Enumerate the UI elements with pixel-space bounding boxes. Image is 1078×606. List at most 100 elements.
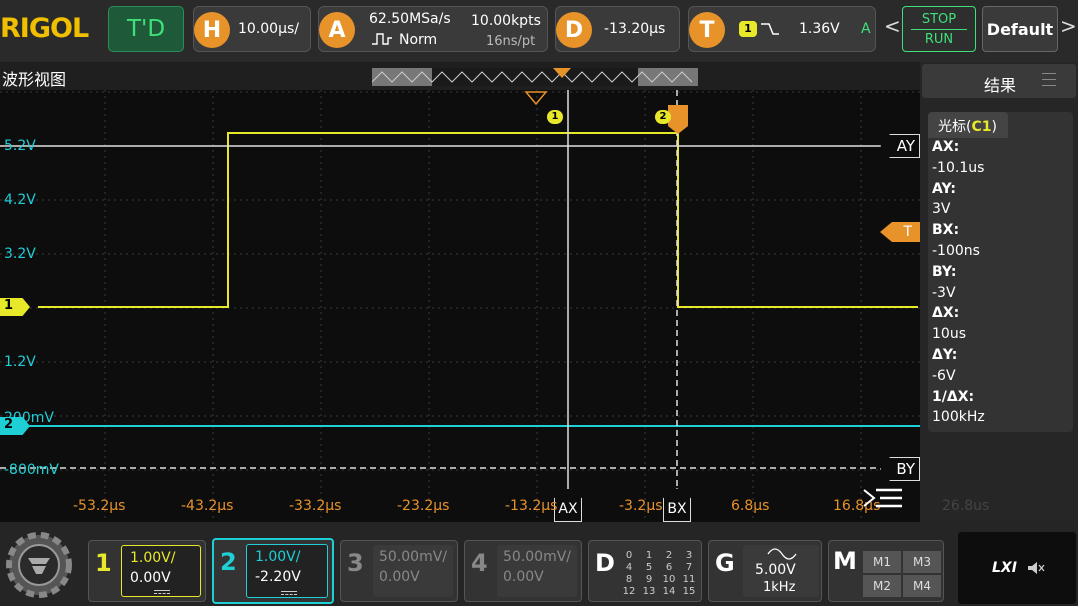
- generator-amplitude: 5.00V: [755, 562, 796, 578]
- digital-bit: 10: [662, 574, 676, 585]
- cursor-tab-suffix: ): [991, 119, 997, 135]
- x-tick-label: -33.2μs: [289, 498, 342, 514]
- result-value: -100ns: [932, 242, 980, 259]
- speaker-muted-icon[interactable]: [1026, 560, 1046, 576]
- acquire-mode: Norm: [399, 32, 438, 48]
- delay-icon: D: [556, 12, 592, 48]
- menu-collapse-icon[interactable]: [862, 486, 904, 512]
- ch1-offset: 0.00V: [130, 570, 171, 586]
- top-toolbar: RIGOL T'D H 10.00μs/ A 62.50MSa/s Norm 1…: [0, 0, 1078, 62]
- digital-bit: 6: [665, 562, 673, 573]
- digital-bit: 1: [645, 550, 653, 561]
- trigger-source-badge: 1: [739, 21, 757, 37]
- ch1-value-box: 1.00V/ 0.00V: [121, 545, 201, 597]
- digital-bit: 14: [662, 586, 676, 597]
- cursor-b-point-marker: 2: [655, 110, 671, 124]
- delay-value: -13.20μs: [604, 21, 666, 37]
- ch4-number: 4: [471, 549, 488, 577]
- memory-position-bar[interactable]: [372, 68, 698, 86]
- ch2-number: 2: [220, 548, 237, 576]
- digital-channels[interactable]: D 0 1 2 3 4 5 6 7 8 9 10 11 12 13 14 15: [588, 540, 702, 602]
- y-tick-label: 5.2V: [4, 138, 36, 154]
- stop-label: STOP: [921, 12, 957, 27]
- result-list: AX: -10.1us AY: 3V BX: -100ns BY: -3V ΔX…: [932, 139, 1067, 430]
- ch4-settings[interactable]: 4 50.00mV/ 0.00V: [464, 540, 582, 602]
- result-key: AY:: [932, 180, 957, 197]
- y-tick-label: 1.2V: [4, 354, 36, 370]
- waveform-display[interactable]: 5.2V 4.2V 3.2V 1.2V 200mV -800mV 1 2 AY …: [0, 90, 920, 522]
- cursor-tab-prefix: 光标(: [938, 119, 972, 135]
- result-key: BY:: [932, 263, 957, 280]
- result-key: AX:: [932, 139, 960, 155]
- chevron-left-icon[interactable]: <: [884, 14, 901, 38]
- cursor-a-point-marker: 1: [547, 110, 563, 124]
- cursor-results-card: 光标(C1) AX: -10.1us AY: 3V BX: -100ns BY:…: [928, 112, 1073, 432]
- digital-bit: 7: [685, 562, 693, 573]
- run-label: RUN: [924, 32, 954, 47]
- ch2-value-box: 1.00V/ -2.20V: [246, 544, 328, 598]
- cursor-tab[interactable]: 光标(C1): [928, 112, 1008, 138]
- generator-settings[interactable]: G 5.00V 1kHz: [708, 540, 822, 602]
- default-button[interactable]: Default: [982, 6, 1058, 52]
- digital-bit: 4: [625, 562, 633, 573]
- digital-bit: 5: [645, 562, 653, 573]
- results-title: 结果: [984, 76, 1017, 95]
- ch1-number: 1: [95, 549, 112, 577]
- ch4-scale: 50.00mV/: [503, 549, 572, 565]
- horizontal-icon: H: [194, 12, 230, 48]
- math-m3[interactable]: M3: [903, 551, 941, 573]
- results-menu-icon[interactable]: [1042, 73, 1056, 86]
- ch1-scale: 1.00V/: [130, 550, 176, 566]
- result-key: 1/ΔX:: [932, 388, 975, 405]
- y-tick-label: 4.2V: [4, 192, 36, 208]
- ch3-offset: 0.00V: [379, 569, 420, 585]
- result-value: -3V: [932, 284, 956, 301]
- math-m4[interactable]: M4: [903, 575, 941, 597]
- ch3-number: 3: [347, 549, 364, 577]
- digital-bit: 0: [625, 550, 633, 561]
- ch4-value-box: 50.00mV/ 0.00V: [497, 545, 577, 597]
- x-tick-label: -53.2μs: [73, 498, 126, 514]
- result-value: 3V: [932, 201, 951, 218]
- waveform-view-title: 波形视图: [2, 70, 67, 89]
- digital-bit: 2: [665, 550, 673, 561]
- digital-bit: 13: [642, 586, 656, 597]
- waveform-header: 波形视图: [0, 62, 920, 90]
- digital-bit-grid: 0 1 2 3 4 5 6 7 8 9 10 11 12 13 14 15: [619, 550, 699, 598]
- acquire-icon: A: [319, 12, 355, 48]
- ch2-settings[interactable]: 2 1.00V/ -2.20V: [212, 538, 334, 604]
- x-tick-label: -23.2μs: [397, 498, 450, 514]
- results-panel: 结果 光标(C1) AX: -10.1us AY: 3V BX: -100ns …: [920, 62, 1078, 522]
- home-gear-icon[interactable]: [2, 528, 76, 602]
- ch1-settings[interactable]: 1 1.00V/ 0.00V: [88, 540, 206, 602]
- sine-wave-icon: [767, 548, 797, 560]
- trigger-control[interactable]: T 1 1.36V A: [688, 6, 876, 52]
- math-settings[interactable]: M M1 M3 M2 M4: [828, 540, 944, 602]
- acquire-control[interactable]: A 62.50MSa/s Norm 10.00kpts 16ns/pt: [318, 6, 548, 52]
- digital-bit: 3: [685, 550, 693, 561]
- cursor-tab-channel: C1: [971, 119, 992, 135]
- ch3-settings[interactable]: 3 50.00mV/ 0.00V: [340, 540, 458, 602]
- result-value: 10us: [932, 326, 966, 343]
- timebase-mode-button[interactable]: T'D: [108, 6, 184, 52]
- ch2-coupling-icon: [281, 591, 297, 595]
- sample-interval: 16ns/pt: [486, 34, 536, 49]
- trigger-edge-icon: [761, 23, 779, 35]
- math-m1[interactable]: M1: [863, 551, 901, 573]
- memory-depth: 10.00kpts: [471, 13, 541, 29]
- trigger-status: A: [861, 21, 871, 37]
- faded-time-readout: 26.8us: [942, 498, 990, 514]
- x-tick-label: -3.2μs: [619, 498, 663, 514]
- chevron-right-icon[interactable]: >: [1060, 14, 1077, 38]
- digital-bit: 12: [622, 586, 636, 597]
- results-header[interactable]: 结果: [922, 64, 1076, 98]
- y-tick-label: 3.2V: [4, 246, 36, 262]
- horizontal-scale-control[interactable]: H 10.00μs/: [193, 6, 311, 52]
- delay-control[interactable]: D -13.20μs: [555, 6, 680, 52]
- lxi-logo: LXI: [992, 560, 1017, 576]
- trigger-icon: T: [689, 12, 725, 48]
- ch1-coupling-icon: [154, 590, 170, 594]
- stop-run-button[interactable]: STOP RUN: [902, 6, 976, 52]
- math-m2[interactable]: M2: [863, 575, 901, 597]
- result-value: -6V: [932, 367, 956, 384]
